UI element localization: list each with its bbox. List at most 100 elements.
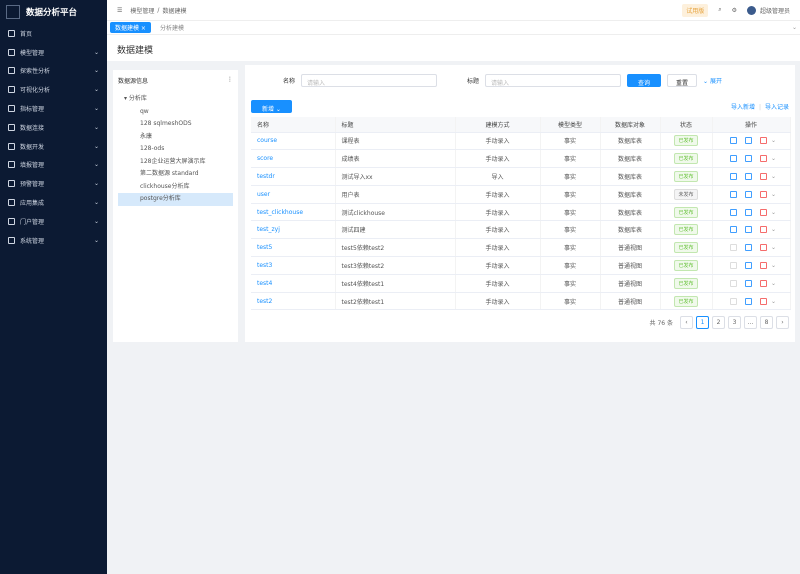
- sidebar-item[interactable]: 首页: [0, 24, 107, 43]
- tree-root[interactable]: ▾ 分析库: [118, 93, 233, 106]
- model-name-link[interactable]: testdr: [257, 173, 275, 180]
- sidebar-item[interactable]: 探索性分析 ⌄: [0, 62, 107, 81]
- breadcrumb-item[interactable]: 模型管理: [130, 6, 154, 15]
- sidebar-item[interactable]: 指标管理 ⌄: [0, 99, 107, 118]
- edit-icon[interactable]: [744, 244, 752, 252]
- title-input[interactable]: 请输入: [485, 73, 621, 87]
- page-button[interactable]: …: [744, 316, 757, 330]
- edit-icon[interactable]: [744, 226, 752, 234]
- next-page-button[interactable]: ›: [776, 316, 789, 330]
- model-name-link[interactable]: user: [257, 191, 270, 198]
- copy-icon[interactable]: [729, 190, 737, 198]
- edit-icon[interactable]: [744, 190, 752, 198]
- import-record-link[interactable]: 导入记录: [765, 104, 789, 111]
- expand-link[interactable]: ⌄ 展开: [703, 76, 722, 85]
- page-button[interactable]: 1: [696, 316, 709, 330]
- column-header: 操作: [712, 117, 791, 133]
- more-chevron-icon[interactable]: ⌄: [771, 298, 776, 305]
- delete-icon[interactable]: [759, 261, 767, 269]
- tab-analysis-modeling[interactable]: 分析建模: [155, 22, 189, 33]
- more-chevron-icon[interactable]: ⌄: [771, 244, 776, 251]
- more-chevron-icon[interactable]: ⌄: [771, 226, 776, 233]
- sidebar-item[interactable]: 预警管理 ⌄: [0, 174, 107, 193]
- model-table: 名称 标题 建模方式 模型类型 数据库对象 状态 操作 course 课程表 手动录入 事实…: [251, 117, 791, 311]
- copy-icon[interactable]: [729, 261, 737, 269]
- copy-icon[interactable]: [729, 244, 737, 252]
- model-name-link[interactable]: test_zyj: [257, 226, 280, 233]
- delete-icon[interactable]: [759, 208, 767, 216]
- delete-icon[interactable]: [759, 226, 767, 234]
- more-chevron-icon[interactable]: ⌄: [771, 262, 776, 269]
- tree-node[interactable]: 128-ods: [118, 143, 233, 156]
- more-icon[interactable]: ⋮: [227, 76, 233, 85]
- more-chevron-icon[interactable]: ⌄: [771, 173, 776, 180]
- prev-page-button[interactable]: ‹: [680, 316, 693, 330]
- name-input[interactable]: 请输入: [301, 73, 437, 87]
- page-button[interactable]: 2: [712, 316, 725, 330]
- copy-icon[interactable]: [729, 208, 737, 216]
- delete-icon[interactable]: [759, 155, 767, 163]
- tree-node[interactable]: qw: [118, 106, 233, 119]
- settings-icon[interactable]: ⚙: [732, 7, 737, 14]
- more-chevron-icon[interactable]: ⌄: [771, 155, 776, 162]
- model-name-link[interactable]: test4: [257, 280, 272, 287]
- delete-icon[interactable]: [759, 172, 767, 180]
- edit-icon[interactable]: [744, 261, 752, 269]
- tree-node[interactable]: 永康: [118, 131, 233, 144]
- edit-icon[interactable]: [744, 155, 752, 163]
- tabs-dropdown-icon[interactable]: ⌄: [792, 24, 797, 31]
- model-name-link[interactable]: test3: [257, 262, 272, 269]
- delete-icon[interactable]: [759, 137, 767, 145]
- tree-node[interactable]: 128企业运营大屏演示库: [118, 156, 233, 169]
- home-icon: [8, 29, 15, 37]
- tree-node[interactable]: postgre分析库: [118, 193, 233, 206]
- sidebar-item[interactable]: 可视化分析 ⌄: [0, 80, 107, 99]
- model-name-link[interactable]: test2: [257, 298, 272, 305]
- edit-icon[interactable]: [744, 208, 752, 216]
- more-chevron-icon[interactable]: ⌄: [771, 191, 776, 198]
- reset-button[interactable]: 重置: [667, 73, 698, 87]
- model-name-link[interactable]: test_clickhouse: [257, 209, 303, 216]
- copy-icon[interactable]: [729, 137, 737, 145]
- delete-icon[interactable]: [759, 279, 767, 287]
- copy-icon[interactable]: [729, 172, 737, 180]
- edit-icon[interactable]: [744, 172, 752, 180]
- sidebar-item[interactable]: 填报管理 ⌄: [0, 156, 107, 175]
- model-name-link[interactable]: course: [257, 137, 277, 144]
- copy-icon[interactable]: [729, 226, 737, 234]
- tab-bar: 数据建模 × 分析建模 ⌄: [107, 20, 800, 35]
- more-chevron-icon[interactable]: ⌄: [771, 137, 776, 144]
- more-chevron-icon[interactable]: ⌄: [771, 209, 776, 216]
- import-add-link[interactable]: 导入新增: [731, 104, 755, 111]
- sidebar-item[interactable]: 系统管理 ⌄: [0, 231, 107, 250]
- search-icon[interactable]: ⌕: [718, 6, 721, 14]
- sidebar-item[interactable]: 数据连接 ⌄: [0, 118, 107, 137]
- delete-icon[interactable]: [759, 244, 767, 252]
- sidebar-item[interactable]: 门户管理 ⌄: [0, 212, 107, 231]
- sidebar-item[interactable]: 模型管理 ⌄: [0, 43, 107, 62]
- model-name-link[interactable]: test5: [257, 244, 272, 251]
- search-button[interactable]: 查询: [627, 73, 662, 87]
- user-name[interactable]: 超级管理员: [760, 6, 790, 15]
- copy-icon[interactable]: [729, 297, 737, 305]
- edit-icon[interactable]: [744, 297, 752, 305]
- avatar[interactable]: [746, 5, 756, 15]
- tree-node[interactable]: clickhouse分析库: [118, 181, 233, 194]
- page-button[interactable]: 3: [728, 316, 741, 330]
- model-name-link[interactable]: score: [257, 155, 273, 162]
- edit-icon[interactable]: [744, 279, 752, 287]
- sidebar-item[interactable]: 数据开发 ⌄: [0, 137, 107, 156]
- sidebar-item[interactable]: 应用集成 ⌄: [0, 193, 107, 212]
- copy-icon[interactable]: [729, 155, 737, 163]
- more-chevron-icon[interactable]: ⌄: [771, 280, 776, 287]
- edit-icon[interactable]: [744, 137, 752, 145]
- delete-icon[interactable]: [759, 297, 767, 305]
- add-button[interactable]: 新增 ⌄: [251, 99, 292, 113]
- menu-toggle-icon[interactable]: ☰: [117, 7, 122, 14]
- page-button[interactable]: 8: [760, 316, 773, 330]
- tree-node[interactable]: 128 sqlmeshODS: [118, 118, 233, 131]
- tab-data-modeling[interactable]: 数据建模 ×: [110, 22, 151, 33]
- tree-node[interactable]: 第二数据源 standard: [118, 168, 233, 181]
- delete-icon[interactable]: [759, 190, 767, 198]
- copy-icon[interactable]: [729, 279, 737, 287]
